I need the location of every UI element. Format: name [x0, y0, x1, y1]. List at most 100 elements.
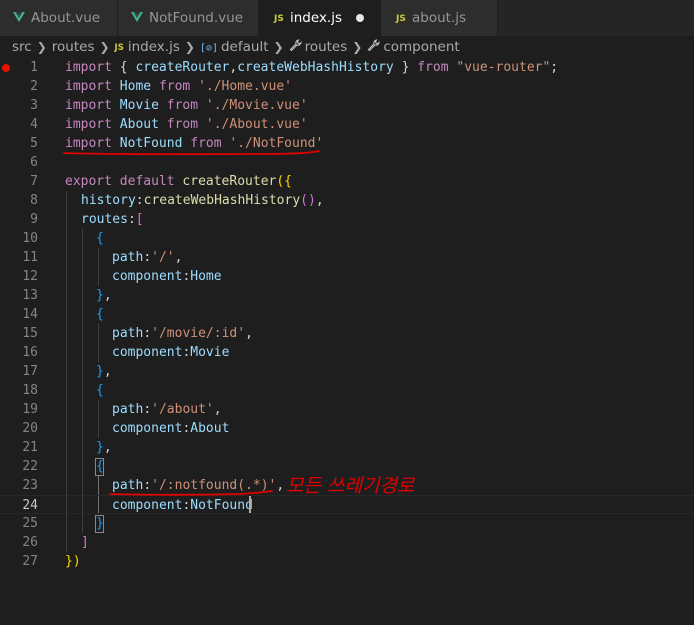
- code-text: component:Movie: [112, 345, 230, 360]
- code-text: component:Home: [112, 269, 222, 284]
- line-number: 7: [30, 174, 38, 189]
- breadcrumb-item-default[interactable]: default: [221, 39, 269, 55]
- code-line[interactable]: 23 path:'/:notfound(.*)',: [0, 476, 694, 495]
- code-line[interactable]: 16 component:Movie: [0, 343, 694, 362]
- code-line[interactable]: 8 history:createWebHashHistory(),: [0, 191, 694, 210]
- line-number: 18: [22, 383, 38, 398]
- tab-about-vue[interactable]: About.vue: [0, 0, 118, 36]
- code-text: path:'/:notfound(.*)',: [112, 478, 285, 493]
- code-line[interactable]: 13},: [0, 286, 694, 305]
- code-text: path:'/about',: [112, 402, 222, 417]
- text-cursor: [249, 496, 251, 513]
- code-text: {: [96, 307, 104, 322]
- code-text: {: [96, 231, 104, 246]
- unsaved-dot-icon[interactable]: [356, 14, 364, 22]
- line-number: 3: [30, 98, 38, 113]
- code-text: }): [65, 554, 81, 569]
- js-icon: JS: [274, 14, 284, 24]
- chevron-right-icon: ❯: [184, 40, 195, 54]
- code-line[interactable]: 26]: [0, 533, 694, 552]
- line-number: 4: [30, 117, 38, 132]
- line-number: 22: [22, 459, 38, 474]
- code-line[interactable]: 17},: [0, 362, 694, 381]
- tab-notfound-vue[interactable]: NotFound.vue: [118, 0, 259, 36]
- line-number: 12: [22, 269, 38, 284]
- code-line[interactable]: 9 routes:[: [0, 210, 694, 229]
- module-icon: [⊘]: [199, 43, 218, 54]
- breadcrumb: src ❯ routes ❯ JS index.js ❯ [⊘] default ❯ routes ❯…: [0, 36, 694, 58]
- line-number: 9: [30, 212, 38, 227]
- code-line[interactable]: 1 import { createRouter,createWebHashHist…: [0, 58, 694, 77]
- line-number: 11: [22, 250, 38, 265]
- code-text: import { createRouter,createWebHashHisto…: [65, 60, 559, 75]
- breadcrumb-item-component[interactable]: component: [383, 39, 459, 55]
- code-line[interactable]: 6: [0, 153, 694, 172]
- line-number: 6: [30, 155, 38, 170]
- code-line-current[interactable]: 24 component:NotFound: [0, 495, 694, 514]
- js-icon: JS: [396, 14, 406, 24]
- code-editor[interactable]: 1 import { createRouter,createWebHashHist…: [0, 58, 694, 625]
- code-text: },: [96, 440, 112, 455]
- breadcrumb-item-file[interactable]: index.js: [128, 39, 180, 55]
- code-line[interactable]: 20 component:About: [0, 419, 694, 438]
- tab-label: About.vue: [31, 10, 101, 26]
- chevron-right-icon: ❯: [273, 40, 284, 54]
- tab-bar: About.vue NotFound.vue JS index.js JS abou…: [0, 0, 694, 36]
- tab-label: NotFound.vue: [149, 10, 244, 26]
- code-line[interactable]: 12 component:Home: [0, 267, 694, 286]
- code-text: import About from './About.vue': [65, 117, 308, 132]
- chevron-right-icon: ❯: [352, 40, 363, 54]
- code-text: history:createWebHashHistory(),: [81, 193, 324, 208]
- line-number: 2: [30, 79, 38, 94]
- code-text: },: [96, 288, 112, 303]
- code-text: export default createRouter({: [65, 174, 292, 189]
- code-text: path:'/',: [112, 250, 183, 265]
- wrench-icon: [368, 39, 381, 52]
- tab-label: index.js: [290, 10, 343, 26]
- line-number: 25: [22, 516, 38, 531]
- code-line[interactable]: 27}): [0, 552, 694, 571]
- line-number: 15: [22, 326, 38, 341]
- tab-about-js[interactable]: JS about.js: [381, 0, 498, 36]
- bracket-match: [95, 515, 104, 533]
- line-number: 23: [22, 478, 38, 493]
- line-number: 8: [30, 193, 38, 208]
- breadcrumb-item-src[interactable]: src: [12, 39, 32, 55]
- code-line[interactable]: 19 path:'/about',: [0, 400, 694, 419]
- code-line[interactable]: 10 {: [0, 229, 694, 248]
- code-line[interactable]: 5 import NotFound from './NotFound': [0, 134, 694, 153]
- code-text: ]: [81, 535, 89, 550]
- vue-icon: [13, 12, 25, 22]
- code-line[interactable]: 22{: [0, 457, 694, 476]
- line-number: 19: [22, 402, 38, 417]
- line-number: 1: [30, 60, 38, 75]
- line-number: 26: [22, 535, 38, 550]
- code-text: import NotFound from './NotFound': [65, 136, 324, 151]
- code-text: path:'/movie/:id',: [112, 326, 253, 341]
- tab-index-js[interactable]: JS index.js: [259, 0, 381, 36]
- code-line[interactable]: 4 import About from './About.vue': [0, 115, 694, 134]
- line-number: 13: [22, 288, 38, 303]
- code-line[interactable]: 2 import Home from './Home.vue': [0, 77, 694, 96]
- line-number: 27: [22, 554, 38, 569]
- line-number: 5: [30, 136, 38, 151]
- code-text: component:NotFound: [112, 498, 253, 513]
- code-text: },: [96, 364, 112, 379]
- chevron-right-icon: ❯: [99, 40, 110, 54]
- code-line[interactable]: 3 import Movie from './Movie.vue': [0, 96, 694, 115]
- code-line[interactable]: 18 {: [0, 381, 694, 400]
- code-line[interactable]: 25}: [0, 514, 694, 533]
- code-text: component:About: [112, 421, 230, 436]
- code-line[interactable]: 15 path:'/movie/:id',: [0, 324, 694, 343]
- line-number: 10: [22, 231, 38, 246]
- breadcrumb-item-routes[interactable]: routes: [305, 39, 348, 55]
- line-number: 24: [22, 498, 38, 513]
- code-line[interactable]: 11 path:'/',: [0, 248, 694, 267]
- wrench-icon: [289, 39, 302, 52]
- breadcrumb-item-routes-folder[interactable]: routes: [52, 39, 95, 55]
- bracket-match: [95, 458, 104, 476]
- code-line[interactable]: 21},: [0, 438, 694, 457]
- code-text: import Home from './Home.vue': [65, 79, 292, 94]
- code-line[interactable]: 14 {: [0, 305, 694, 324]
- code-line[interactable]: 7 export default createRouter({: [0, 172, 694, 191]
